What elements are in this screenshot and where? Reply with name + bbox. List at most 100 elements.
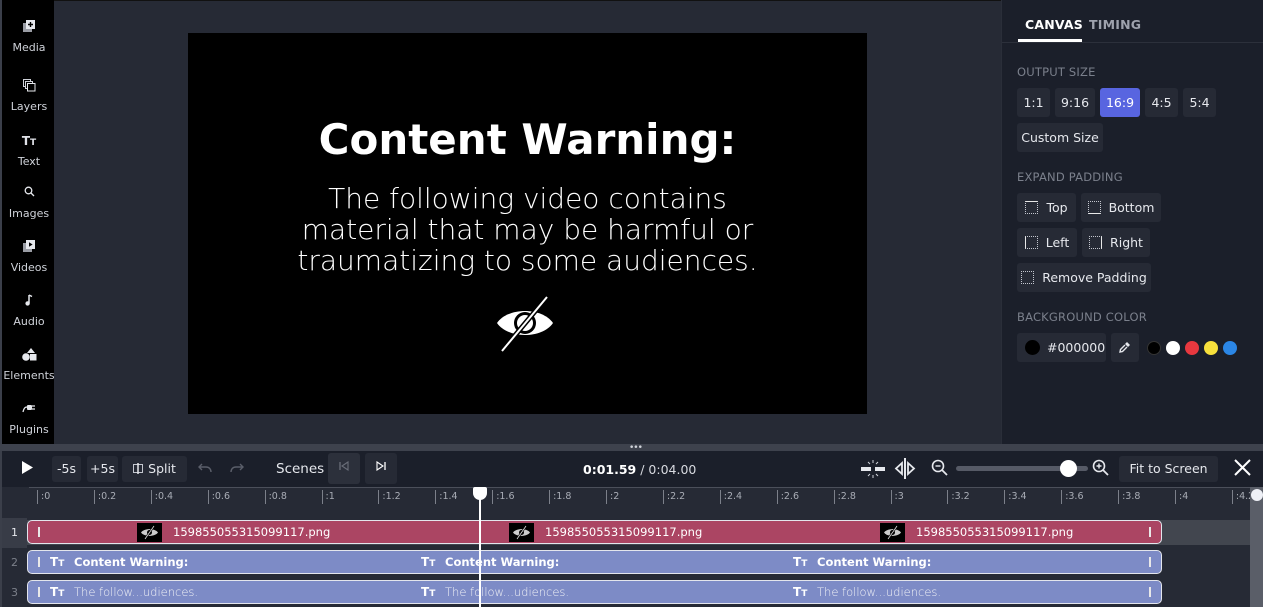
next-scene-button[interactable]	[365, 453, 397, 484]
ruler-tick: :2	[606, 490, 619, 504]
eye-slash-icon	[513, 525, 530, 540]
button-label: Bottom	[1108, 200, 1155, 215]
sidebar-item-label: Layers	[10, 100, 48, 113]
pad-right-icon	[1089, 236, 1103, 249]
sidebar-item-videos[interactable]: Videos	[2, 240, 56, 275]
clip-label: 159855055315099117.png	[545, 525, 703, 539]
swatch-black[interactable]	[1147, 341, 1161, 355]
zoom-in-icon[interactable]	[1092, 459, 1110, 477]
fit-to-screen-button[interactable]: Fit to Screen	[1119, 456, 1218, 482]
sidebar-item-audio[interactable]: Audio	[2, 294, 56, 329]
size-9-16-button[interactable]: 9:16	[1055, 88, 1095, 117]
ruler-tick: :0	[37, 490, 50, 504]
button-label: Split	[148, 461, 176, 476]
eyedropper-button[interactable]	[1111, 333, 1139, 362]
video-icon	[2, 240, 56, 254]
background-color-input[interactable]: #000000	[1017, 333, 1106, 362]
sidebar-item-layers[interactable]: Layers	[2, 79, 56, 114]
sidebar-item-images[interactable]: Images	[2, 186, 56, 221]
clip-start-handle[interactable]	[38, 557, 40, 567]
sidebar-item-text[interactable]: TT Text	[2, 134, 56, 169]
background-color-heading: BACKGROUND COLOR	[1017, 310, 1147, 324]
text-icon: TT	[21, 134, 37, 148]
redo-icon[interactable]	[230, 463, 244, 473]
clip-thumbnail	[509, 523, 534, 542]
ruler-tick: :2.4	[719, 490, 742, 504]
active-tab-indicator	[1018, 39, 1082, 42]
canvas-body-text[interactable]: The following video contains material th…	[188, 183, 867, 276]
body-line: traumatizing to some audiences.	[297, 244, 758, 277]
layers-icon	[2, 79, 56, 93]
ruler-tick: :3.2	[947, 490, 970, 504]
canvas-title-text[interactable]: Content Warning:	[188, 115, 867, 165]
clip-label: The follow...udiences.	[445, 585, 570, 599]
clip-end-handle[interactable]	[1149, 557, 1151, 567]
play-icon[interactable]	[21, 460, 34, 475]
tab-canvas[interactable]: CANVAS	[1025, 17, 1083, 32]
text-clip-body[interactable]: TT The follow...udiences. TT The follow.…	[27, 580, 1162, 604]
time-ruler[interactable]: :0:0.2:0.4:0.6:0.8:1:1.2:1.4:1.6:1.8:2:2…	[29, 487, 1254, 505]
back-5s-button[interactable]: -5s	[52, 456, 81, 482]
eye-slash-icon[interactable]	[494, 295, 556, 353]
time-separator: /	[636, 462, 649, 477]
button-label: Top	[1046, 200, 1068, 215]
sidebar-item-media[interactable]: Media	[2, 20, 56, 55]
undo-icon[interactable]	[198, 463, 212, 473]
sidebar-item-elements[interactable]: Elements	[2, 348, 56, 383]
image-clip[interactable]: 159855055315099117.png 15985505531509911…	[27, 520, 1162, 544]
video-canvas[interactable]: Content Warning: The following video con…	[188, 33, 867, 414]
swatch-white[interactable]	[1166, 341, 1180, 355]
clip-label: Content Warning:	[445, 555, 560, 569]
size-1-1-button[interactable]: 1:1	[1017, 88, 1050, 117]
clip-start-handle[interactable]	[38, 527, 40, 537]
ruler-tick: :2.8	[833, 490, 856, 504]
swatch-red[interactable]	[1185, 341, 1199, 355]
ruler-tick: :2.2	[662, 490, 685, 504]
forward-5s-button[interactable]: +5s	[87, 456, 118, 482]
zoom-slider[interactable]	[956, 460, 1088, 477]
pad-bottom-button[interactable]: Bottom	[1081, 193, 1161, 222]
split-view-icon[interactable]	[894, 458, 916, 479]
search-icon	[2, 186, 56, 200]
swatch-blue[interactable]	[1223, 341, 1237, 355]
swatch-yellow[interactable]	[1204, 341, 1218, 355]
panel-tabs: CANVAS TIMING	[1002, 0, 1263, 43]
pad-left-button[interactable]: Left	[1017, 228, 1077, 257]
split-button[interactable]: Split	[122, 456, 187, 482]
text-icon: TT	[421, 555, 436, 569]
tab-timing[interactable]: TIMING	[1089, 17, 1141, 32]
size-16-9-button[interactable]: 16:9	[1100, 88, 1140, 117]
text-clip-title[interactable]: TT Content Warning: TT Content Warning: …	[27, 550, 1162, 574]
zoom-slider-handle[interactable]	[1060, 460, 1078, 477]
clip-start-handle[interactable]	[38, 587, 40, 597]
timeline-vertical-scrollbar[interactable]	[1250, 487, 1263, 607]
snap-icon[interactable]	[860, 459, 886, 479]
playhead-line	[479, 490, 482, 607]
zoom-out-icon[interactable]	[931, 459, 949, 477]
split-icon	[133, 463, 144, 474]
clip-end-handle[interactable]	[1149, 527, 1151, 537]
timeline: :0:0.2:0.4:0.6:0.8:1:1.2:1.4:1.6:1.8:2:2…	[0, 487, 1263, 607]
timeline-resize-handle[interactable]: •••	[0, 444, 1263, 453]
properties-panel: CANVAS TIMING OUTPUT SIZE 1:1 9:16 16:9 …	[1001, 0, 1263, 444]
close-timeline-icon[interactable]	[1234, 459, 1251, 476]
current-color-swatch	[1025, 340, 1040, 355]
canvas-stage: Content Warning: The following video con…	[54, 0, 1001, 444]
expand-padding-heading: EXPAND PADDING	[1017, 170, 1123, 184]
shapes-icon	[2, 348, 56, 362]
clip-end-handle[interactable]	[1149, 587, 1151, 597]
ruler-tick: :2.6	[776, 490, 799, 504]
pad-right-button[interactable]: Right	[1082, 228, 1150, 257]
pad-top-button[interactable]: Top	[1017, 193, 1076, 222]
next-scene-icon	[376, 460, 386, 472]
custom-size-button[interactable]: Custom Size	[1017, 123, 1103, 152]
pad-top-icon	[1025, 201, 1039, 214]
size-4-5-button[interactable]: 4:5	[1145, 88, 1178, 117]
size-5-4-button[interactable]: 5:4	[1183, 88, 1216, 117]
body-line: The following video contains	[328, 182, 727, 215]
remove-padding-button[interactable]: Remove Padding	[1017, 263, 1151, 292]
sidebar-item-plugins[interactable]: Plugins	[2, 402, 56, 437]
previous-scene-button[interactable]	[328, 453, 360, 484]
body-line: material that may be harmful or	[301, 213, 754, 246]
scrollbar-thumb[interactable]	[1251, 489, 1263, 501]
